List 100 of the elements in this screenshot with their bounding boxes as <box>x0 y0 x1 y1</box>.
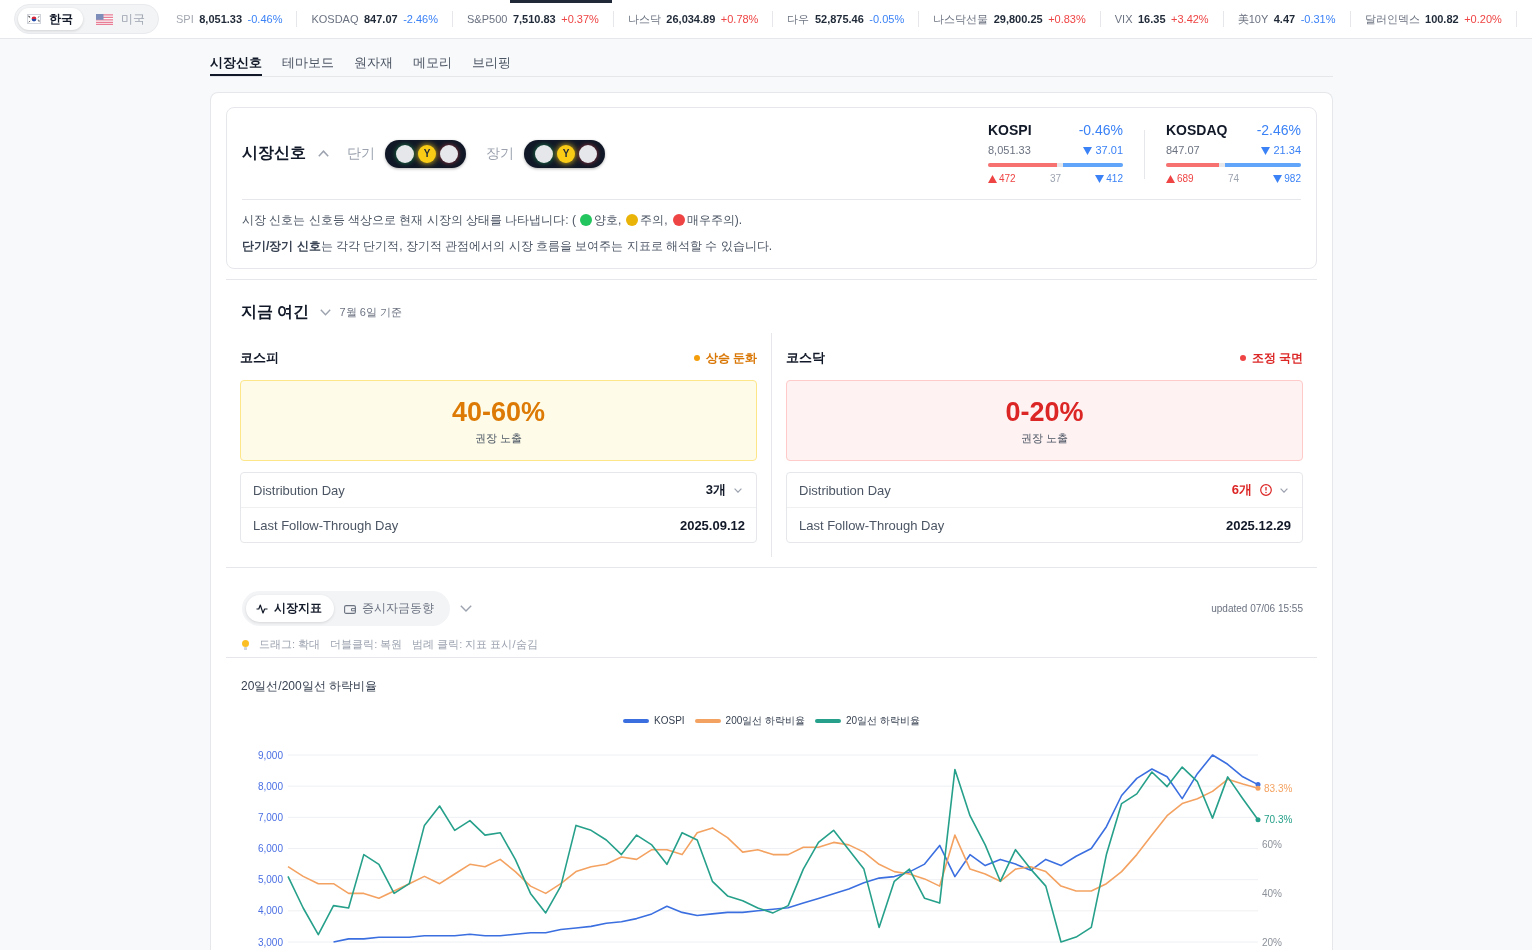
ticker-change: +0.78% <box>720 12 759 27</box>
status-label: 양호, <box>594 212 622 229</box>
ticker-change: -0.46% <box>247 12 283 27</box>
exposure-label: 권장 노출 <box>1020 431 1069 445</box>
stat-value: 6개 <box>1231 481 1252 499</box>
ticker-value: 8,051.33 <box>199 12 243 27</box>
signal-lamp-icon: Y <box>557 144 575 163</box>
triangle-down-icon <box>1273 175 1283 183</box>
activity-icon <box>256 603 268 614</box>
y-axis-label: 60% <box>1262 839 1282 851</box>
exposure-range: 40-60% <box>451 396 546 427</box>
y-axis-label: 3,000 <box>257 936 283 948</box>
ticker-label: KOSDAQ <box>311 12 359 27</box>
scroll-thumb[interactable] <box>510 0 612 3</box>
hint-text: 범례 클릭: 지표 표시/숨김 <box>412 637 538 652</box>
status-label: 상승 둔화 <box>705 349 757 367</box>
breadth-count: 472 <box>999 173 1016 185</box>
chevron-up-icon[interactable] <box>318 150 329 157</box>
y-axis-label: 4,000 <box>257 905 283 917</box>
chevron-down-icon[interactable] <box>320 308 332 316</box>
exposure-range: 0-20% <box>1005 396 1084 427</box>
signal-lamp-icon: Y <box>418 144 436 163</box>
triangle-up-icon <box>988 175 997 183</box>
stat-value: 3개 <box>705 481 726 499</box>
updated-time: updated 07/06 15:55 <box>1211 603 1303 614</box>
value-label: 83.3% <box>1264 782 1293 794</box>
us-flag-icon <box>96 13 113 25</box>
ticker-value: 52,875.46 <box>814 12 864 27</box>
exposure-label: 권장 노출 <box>474 431 523 445</box>
stat-label: Distribution Day <box>253 482 345 498</box>
nav-tab[interactable]: 메모리 <box>413 40 452 76</box>
date-label: 7월 6일 기준 <box>339 304 402 320</box>
triangle-up-icon <box>1166 175 1175 183</box>
ticker-change: +0.20% <box>1464 12 1502 27</box>
stat-label: Last Follow-Through Day <box>799 517 945 533</box>
ticker-change: -2.46% <box>403 12 438 27</box>
breadth-count: 74 <box>1227 173 1240 185</box>
section-title: 시장신호 <box>242 143 306 163</box>
ticker-label: 다우 <box>787 12 810 27</box>
section-title: 지금 여긴 <box>241 301 310 322</box>
chevron-down-icon[interactable] <box>1280 487 1288 493</box>
description-text: ). <box>734 212 743 229</box>
legend-item[interactable]: 200일선 하락비율 <box>694 714 806 728</box>
triangle-down-icon <box>1083 146 1093 155</box>
ticker-label: S&P500 <box>467 12 508 27</box>
breadth-count: 37 <box>1049 173 1062 185</box>
ticker-change: +3.42% <box>1171 12 1209 27</box>
status-label: 주의, <box>640 212 668 229</box>
index-name: KOSDAQ <box>1166 122 1228 139</box>
view-tab[interactable]: 시장지표 <box>246 595 334 622</box>
breadth-count: 412 <box>1106 173 1123 185</box>
ticker-label: 나스닥 <box>627 12 661 27</box>
stat-label: Last Follow-Through Day <box>253 517 399 533</box>
legend-label: KOSPI <box>654 714 685 728</box>
nav-tab[interactable]: 원자재 <box>354 40 393 76</box>
y-axis-label: 6,000 <box>257 843 283 854</box>
region-tab[interactable]: 한국 <box>18 8 83 30</box>
market-name: 코스닥 <box>786 349 825 367</box>
index-change: 21.34 <box>1273 144 1301 157</box>
triangle-down-icon <box>1095 175 1105 183</box>
end-marker-icon <box>1255 817 1261 823</box>
nav-tab[interactable]: 브리핑 <box>472 40 511 76</box>
ticker-value: 16.35 <box>1138 12 1166 27</box>
ticker-value: 7,510.83 <box>512 12 556 27</box>
signal-label: 단기 <box>347 144 375 163</box>
view-tab[interactable]: 증시자금동향 <box>334 595 446 622</box>
stat-value: 2025.09.12 <box>679 517 745 533</box>
ticker-label: VIX <box>1114 12 1133 27</box>
ticker-label: SPI <box>176 12 194 27</box>
ticker-value: 4.47 <box>1273 12 1296 27</box>
y-axis-label: 8,000 <box>257 780 283 792</box>
ticker-change: -0.31% <box>1300 12 1336 27</box>
description-text: 단기/장기 신호는 각각 단기적, 장기적 관점에서의 시장 흐름을 보여주는 지표로 해석할 수 있습니다. <box>242 238 773 255</box>
stat-value: 2025.12.29 <box>1225 517 1291 533</box>
hint-text: 드래그: 확대 <box>259 637 321 652</box>
triangle-down-icon <box>1261 146 1271 155</box>
index-change-percent: -2.46% <box>1256 122 1301 139</box>
y-axis-label: 5,000 <box>257 874 283 886</box>
description-text: 시장 신호는 신호등 색상으로 현재 시장의 상태를 나타냅니다: ( <box>242 212 576 229</box>
legend-item[interactable]: 20일선 하락비율 <box>815 714 920 728</box>
value-label: 70.3% <box>1264 814 1293 826</box>
status-label: 매우주의 <box>686 212 735 229</box>
index-price: 847.07 <box>1166 144 1200 157</box>
chevron-down-icon[interactable] <box>460 605 472 612</box>
y-axis-label: 40% <box>1262 887 1282 899</box>
hint-text: 더블클릭: 복원 <box>330 637 403 652</box>
y-axis-label: 20% <box>1262 936 1282 948</box>
ticker-value: 29,800.25 <box>993 12 1043 27</box>
index-name: KOSPI <box>988 122 1032 139</box>
legend-item[interactable]: KOSPI <box>623 714 685 728</box>
chevron-down-icon[interactable] <box>734 487 742 493</box>
ticker-change: -0.05% <box>869 12 905 27</box>
ticker-change: +0.37% <box>561 12 599 27</box>
ticker-label: 나스닥선물 <box>933 12 989 27</box>
stat-label: Distribution Day <box>799 482 891 498</box>
nav-tab[interactable]: 시장신호 <box>210 40 262 76</box>
legend-label: 200일선 하락비율 <box>725 714 806 728</box>
index-price: 8,051.33 <box>988 144 1031 157</box>
wallet-icon <box>344 603 356 614</box>
nav-tab[interactable]: 테마보드 <box>282 40 334 76</box>
